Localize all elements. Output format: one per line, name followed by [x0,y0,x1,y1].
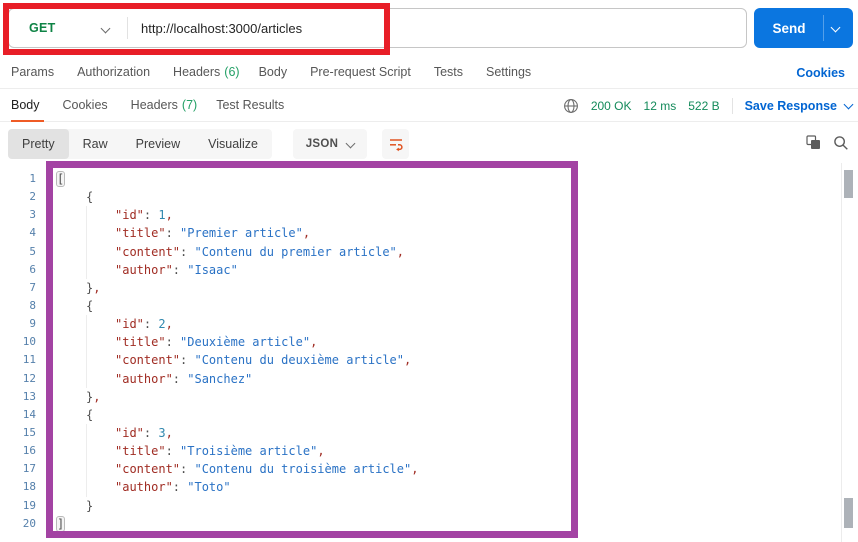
tab-pre-request-script[interactable]: Pre-request Script [310,65,415,79]
code-line: { [86,407,94,422]
line-number: 20 [22,516,36,530]
response-view-toolbar: Pretty Raw Preview Visualize JSON [0,122,858,163]
line-number: 10 [22,335,36,349]
response-meta: 200 OK 12 ms 522 B Save Response [563,89,854,122]
scrollbar-track [841,163,842,542]
tab-authorization[interactable]: Authorization [77,65,154,79]
tab-headers[interactable]: Headers (6) [173,65,240,79]
copy-icon [806,135,821,150]
method-label: GET [29,21,56,35]
save-response-button[interactable]: Save Response [745,99,854,113]
line-numbers: 1 2 3 4 5 6 7 8 9 10 11 12 13 14 15 16 17 18 19 20 [0,170,36,533]
tab-body[interactable]: Body [259,65,292,79]
code-line: "author": "Isaac" [57,260,830,279]
line-number: 7 [29,280,36,294]
code-line: "title": "Deuxième article", [57,333,830,352]
cookies-link[interactable]: Cookies [796,56,845,89]
view-tab-raw[interactable]: Raw [69,129,122,159]
line-number: 12 [22,371,36,385]
view-tab-preview[interactable]: Preview [122,129,194,159]
divider [127,17,128,39]
line-number: 5 [29,244,36,258]
text-wrap-icon [388,136,404,152]
line-number: 16 [22,444,36,458]
response-header: Body Cookies Headers (7) Test Results 200… [0,89,858,122]
wrap-lines-button[interactable] [382,129,409,159]
response-time: 12 ms [643,98,677,113]
method-selector[interactable]: GET [29,9,56,47]
chevron-down-icon [345,138,356,148]
response-tab-cookies[interactable]: Cookies [63,89,112,122]
code-line: "title": "Troisième article", [57,442,830,461]
line-number: 6 [29,262,36,276]
send-button-label: Send [772,20,806,36]
line-number: 8 [29,298,36,312]
code-line: "id": 3, [57,423,830,443]
tab-tests[interactable]: Tests [434,65,467,79]
code-line: ] [55,515,66,532]
line-number: 19 [22,498,36,512]
code-line: }, [86,389,101,404]
response-tab-body[interactable]: Body [11,89,44,122]
request-tabs: Params Authorization Headers (6) Body Pre… [0,56,858,89]
chevron-down-icon [843,99,854,109]
url-input[interactable]: http://localhost:3000/articles [141,9,302,47]
divider [731,97,733,114]
code-line: } [86,498,94,513]
search-button[interactable] [833,135,849,151]
tab-params[interactable]: Params [11,65,58,79]
line-number: 3 [29,208,36,222]
code-line: "id": 2, [57,315,830,334]
send-button[interactable]: Send [754,8,853,48]
divider [823,15,824,41]
response-body-editor[interactable]: 1 2 3 4 5 6 7 8 9 10 11 12 13 14 15 16 17 18 19 20 [{"id": … [0,163,830,542]
format-dropdown[interactable]: JSON [293,129,367,159]
line-number: 11 [22,353,36,367]
code-line: "author": "Sanchez" [57,369,830,388]
code-line: }, [86,280,101,295]
search-icon [833,135,849,151]
view-tab-pretty[interactable]: Pretty [8,129,69,159]
line-number: 9 [29,317,36,331]
line-number: 4 [29,226,36,240]
code-line: "content": "Contenu du troisième article… [57,460,830,479]
code-line: "content": "Contenu du premier article", [57,242,830,261]
code-line: "author": "Toto" [57,478,830,497]
line-number: 13 [22,389,36,403]
code-line: { [86,190,94,205]
line-number: 15 [22,425,36,439]
chevron-down-icon[interactable] [830,22,841,33]
response-tab-test-results[interactable]: Test Results [216,89,288,122]
line-number: 14 [22,407,36,421]
status-badge: 200 OK [590,98,632,113]
response-tabs: Body Cookies Headers (7) Test Results [11,89,288,122]
copy-button[interactable] [806,135,821,150]
view-mode-switcher: Pretty Raw Preview Visualize [8,129,272,159]
url-bar: GET http://localhost:3000/articles [8,8,747,48]
scrollbar-thumb-top[interactable] [844,170,853,198]
line-number: 17 [22,462,36,476]
line-number: 18 [22,480,36,494]
code-line: { [86,298,94,313]
code-line: "id": 1, [57,206,830,225]
response-tab-headers[interactable]: Headers (7) [131,89,198,122]
scrollbar-thumb-bottom[interactable] [844,498,853,528]
code-lines: [{"id": 1, "title": "Premier article", "co… [55,170,830,533]
tab-settings[interactable]: Settings [486,65,535,79]
chevron-down-icon[interactable] [100,23,111,34]
view-tab-visualize[interactable]: Visualize [194,129,272,159]
code-line: [ [55,171,66,187]
code-line: "content": "Contenu du deuxième article"… [57,351,830,370]
code-line: "title": "Premier article", [57,224,830,243]
line-number: 2 [29,190,36,204]
line-number: 1 [29,172,36,185]
globe-icon [563,98,579,114]
response-size: 522 B [688,98,720,113]
